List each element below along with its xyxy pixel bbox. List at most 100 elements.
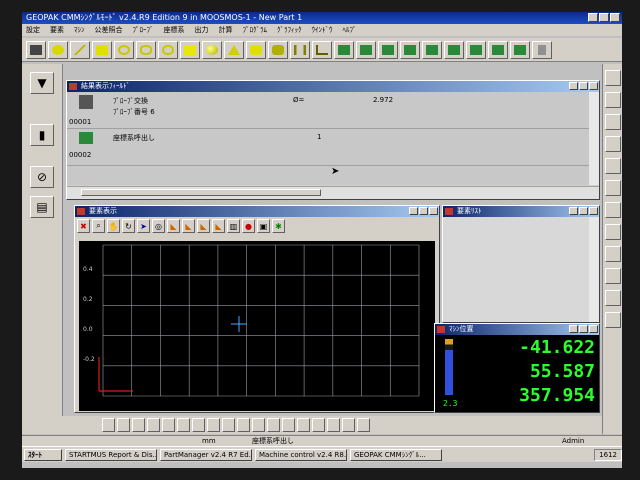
coord-tool-button-3[interactable] — [378, 40, 398, 59]
file-button[interactable]: ▤ — [30, 196, 54, 218]
right-tool-10[interactable] — [605, 268, 621, 284]
coord-tool-button-4[interactable] — [400, 40, 420, 59]
ellipse-tool-button[interactable] — [136, 40, 156, 59]
view-yz-button[interactable]: ◣ — [182, 219, 195, 233]
cone-tool-button[interactable] — [224, 40, 244, 59]
right-tool-1[interactable] — [605, 70, 621, 86]
program-row[interactable]: 00001 ﾌﾟﾛｰﾌﾞ交換 ﾌﾟﾛｰﾌﾞ番号 6 Ø= 2.972 — [67, 92, 589, 129]
maximize-button[interactable] — [599, 13, 609, 22]
bottom-tool-16[interactable] — [327, 418, 340, 432]
bottom-tool-4[interactable] — [147, 418, 160, 432]
probe-tool-button[interactable] — [26, 40, 46, 59]
taskbar-item[interactable]: GEOPAK CMMｼﾝｸﾞﾙ... — [350, 448, 442, 461]
probe-change-button[interactable]: ▼ — [30, 72, 54, 94]
bottom-tool-10[interactable] — [237, 418, 250, 432]
bottom-tool-12[interactable] — [267, 418, 280, 432]
minimize-button[interactable] — [569, 207, 578, 215]
bottom-tool-15[interactable] — [312, 418, 325, 432]
bottom-tool-13[interactable] — [282, 418, 295, 432]
coord-tool-button-8[interactable] — [488, 40, 508, 59]
point-tool-button[interactable] — [48, 40, 68, 59]
graphic-plot[interactable]: 0.4 0.2 0.0 -0.2 — [79, 241, 435, 411]
bottom-tool-14[interactable] — [297, 418, 310, 432]
coord-tool-button-9[interactable] — [510, 40, 530, 59]
trash-left-button[interactable]: ▮ — [30, 124, 54, 146]
bottom-tool-2[interactable] — [117, 418, 130, 432]
right-tool-6[interactable] — [605, 180, 621, 196]
menu-probe[interactable]: ﾌﾟﾛｰﾌﾞ — [133, 24, 154, 36]
right-tool-8[interactable] — [605, 224, 621, 240]
maximize-button[interactable] — [579, 207, 588, 215]
menu-output[interactable]: 出力 — [195, 24, 209, 36]
program-row[interactable]: 00002 座標系呼出し 1 — [67, 129, 589, 166]
right-tool-11[interactable] — [605, 290, 621, 306]
right-tool-2[interactable] — [605, 92, 621, 108]
coord-tool-button-6[interactable] — [444, 40, 464, 59]
fit-button[interactable]: ◎ — [152, 219, 165, 233]
maximize-button[interactable] — [419, 207, 428, 215]
menu-calc[interactable]: 計算 — [219, 24, 233, 36]
maximize-button[interactable] — [579, 82, 588, 90]
rotate-button[interactable]: ↻ — [122, 219, 135, 233]
bottom-tool-8[interactable] — [207, 418, 220, 432]
close-button[interactable] — [589, 207, 598, 215]
distance-tool-button[interactable] — [290, 40, 310, 59]
angle-tool-button[interactable] — [312, 40, 332, 59]
view-xy-button[interactable]: ◣ — [167, 219, 180, 233]
bottom-tool-17[interactable] — [342, 418, 355, 432]
menu-tolerance[interactable]: 公差照合 — [95, 24, 123, 36]
line-tool-button[interactable] — [70, 40, 90, 59]
sphere-tool-button[interactable] — [202, 40, 222, 59]
taskbar-item[interactable]: PartManager v2.4 R7 Ed... — [160, 448, 252, 461]
torus-tool-button[interactable] — [268, 40, 288, 59]
right-tool-4[interactable] — [605, 136, 621, 152]
print-button[interactable]: ▥ — [227, 219, 240, 233]
taskbar-item[interactable]: Machine control v2.4 R8... — [255, 448, 347, 461]
close-button[interactable] — [589, 82, 598, 90]
right-tool-7[interactable] — [605, 202, 621, 218]
taskbar-item[interactable]: STARTMUS Report & Dis... — [65, 448, 157, 461]
right-tool-9[interactable] — [605, 246, 621, 262]
cancel-tool-button[interactable]: ✖ — [77, 219, 90, 233]
program-hscroll[interactable] — [67, 186, 599, 199]
settings-button[interactable]: ✱ — [272, 219, 285, 233]
minimize-button[interactable] — [569, 82, 578, 90]
menu-element[interactable]: 要素 — [50, 24, 64, 36]
coord-tool-button-7[interactable] — [466, 40, 486, 59]
menu-graphic[interactable]: ｸﾞﾗﾌｨｯｸ — [277, 24, 302, 36]
menu-coordinate[interactable]: 座標系 — [164, 24, 185, 36]
bottom-tool-6[interactable] — [177, 418, 190, 432]
bottom-tool-11[interactable] — [252, 418, 265, 432]
menu-program[interactable]: ﾌﾟﾛｸﾞﾗﾑ — [243, 24, 268, 36]
close-button[interactable] — [589, 325, 598, 333]
right-tool-5[interactable] — [605, 158, 621, 174]
menu-machine[interactable]: ﾏｼﾝ — [74, 24, 85, 36]
close-button[interactable] — [610, 13, 620, 22]
layers-button[interactable]: ▣ — [257, 219, 270, 233]
coord-tool-button-5[interactable] — [422, 40, 442, 59]
stop-button[interactable]: ⊘ — [30, 166, 54, 188]
rectangle-tool-button[interactable] — [180, 40, 200, 59]
element-list-vscroll[interactable] — [589, 217, 599, 322]
slot-tool-button[interactable] — [158, 40, 178, 59]
paint-button[interactable]: ● — [242, 219, 255, 233]
menu-settings[interactable]: 設定 — [26, 24, 40, 36]
view-zx-button[interactable]: ◣ — [197, 219, 210, 233]
select-button[interactable]: ➤ — [137, 219, 150, 233]
plane-tool-button[interactable] — [92, 40, 112, 59]
circle-tool-button[interactable] — [114, 40, 134, 59]
bottom-tool-9[interactable] — [222, 418, 235, 432]
view-iso-button[interactable]: ◣ — [212, 219, 225, 233]
right-tool-3[interactable] — [605, 114, 621, 130]
menu-help[interactable]: ﾍﾙﾌﾟ — [343, 24, 357, 36]
minimize-button[interactable] — [409, 207, 418, 215]
cylinder-tool-button[interactable] — [246, 40, 266, 59]
bottom-tool-18[interactable] — [357, 418, 370, 432]
coord-tool-button-2[interactable] — [356, 40, 376, 59]
menu-window[interactable]: ｳｲﾝﾄﾞｳ — [312, 24, 333, 36]
trash-button[interactable] — [532, 40, 552, 59]
program-hscroll-thumb[interactable] — [81, 189, 321, 196]
program-vscroll[interactable] — [589, 92, 599, 185]
pan-button[interactable]: ✋ — [107, 219, 120, 233]
zoom-button[interactable]: ⌕ — [92, 219, 105, 233]
